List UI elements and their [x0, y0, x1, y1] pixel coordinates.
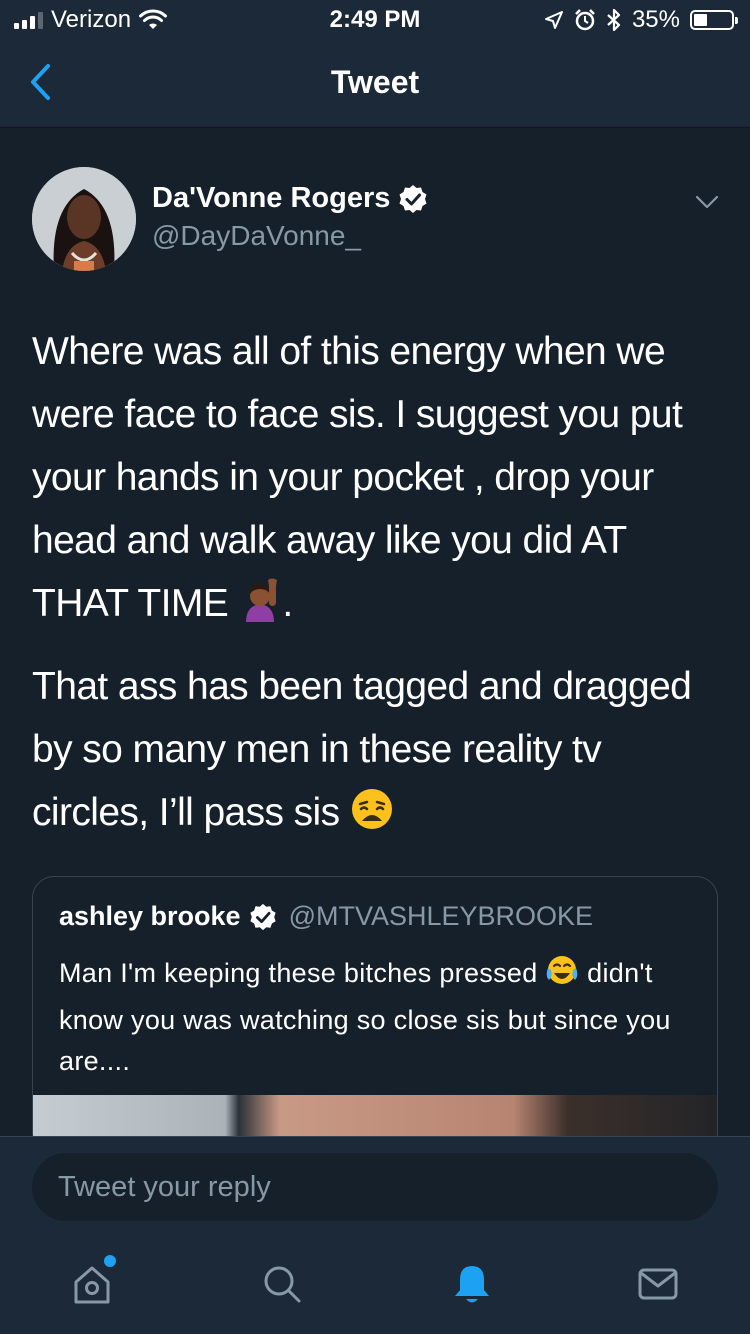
battery-percent: 35% [631, 6, 680, 33]
avatar-photo [32, 167, 136, 271]
tweet-paragraph-2: That ass has been tagged and dragged by … [32, 655, 722, 850]
quoted-tweet-text: Man I'm keeping these bitches pressed di… [59, 953, 689, 1082]
tab-search[interactable] [256, 1258, 308, 1310]
quoted-tweet[interactable]: ashley brooke @MTVASHLEYBROOKE Man I'm k… [32, 876, 718, 1156]
bluetooth-icon [607, 8, 621, 32]
location-arrow-icon [544, 11, 563, 29]
tab-bar [0, 1236, 750, 1334]
tab-notifications[interactable] [446, 1258, 498, 1310]
alarm-icon [575, 9, 595, 31]
quoted-author-handle: @MTVASHLEYBROOKE [288, 901, 594, 931]
tweet-paragraph-1: Where was all of this energy when we wer… [32, 320, 722, 641]
tweet-paragraph-1-end: . [282, 582, 293, 625]
reply-input[interactable] [32, 1153, 718, 1221]
top-bar: Verizon 2:49 PM 35% Tweet [0, 0, 750, 128]
quoted-text-line1: Man I'm keeping these bitches pressed [59, 958, 538, 988]
bell-icon [455, 1266, 489, 1303]
tears-of-joy-emoji [545, 954, 579, 1000]
raising-hand-emoji [238, 578, 282, 641]
author-avatar[interactable] [32, 167, 136, 271]
status-right: 35% [544, 6, 738, 34]
weary-face-emoji [350, 787, 394, 850]
envelope-icon [638, 1268, 678, 1300]
author-name-text: Da'Vonne Rogers [152, 182, 391, 214]
reply-bar [0, 1136, 750, 1236]
battery-icon [690, 10, 738, 30]
quoted-author-name: ashley brooke [59, 901, 241, 931]
tweet-options-button[interactable] [692, 190, 722, 214]
new-content-indicator-dot [104, 1255, 116, 1267]
author-name[interactable]: Da'Vonne Rogers [152, 182, 428, 215]
status-bar: Verizon 2:49 PM 35% [0, 0, 750, 40]
tab-messages[interactable] [632, 1258, 684, 1310]
home-icon [74, 1266, 110, 1304]
chevron-down-icon [695, 195, 719, 209]
verified-badge-icon [249, 903, 276, 930]
tweet-text: Where was all of this energy when we wer… [32, 320, 722, 850]
search-icon [264, 1266, 301, 1303]
verified-badge-icon [399, 184, 427, 213]
author-handle[interactable]: @DayDaVonne_ [152, 220, 361, 252]
quoted-tweet-header: ashley brooke @MTVASHLEYBROOKE [59, 901, 593, 932]
tweet-paragraph-1-text: Where was all of this energy when we wer… [32, 330, 683, 625]
page-title: Tweet [330, 64, 420, 100]
nav-bar: Tweet [0, 40, 750, 128]
